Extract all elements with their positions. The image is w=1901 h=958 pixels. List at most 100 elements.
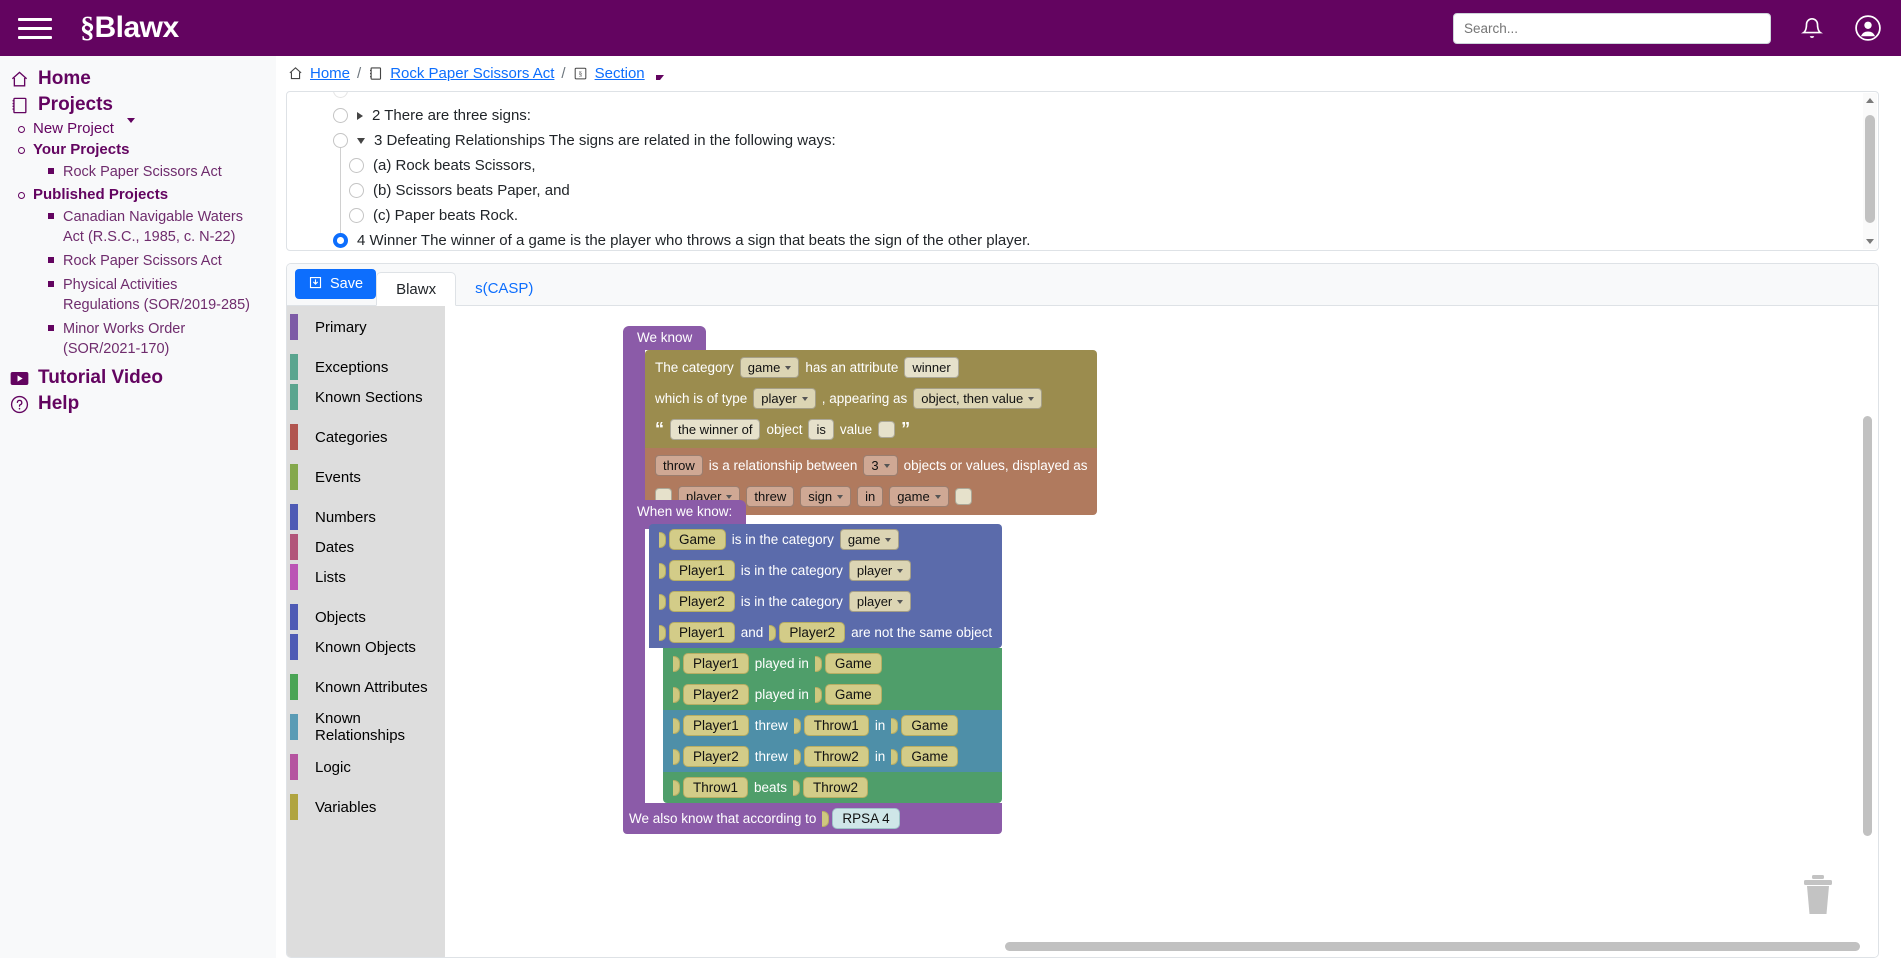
variable-chip[interactable]: Game: [669, 529, 726, 550]
palette-item-lists[interactable]: Lists: [287, 562, 445, 592]
notification-bell-icon[interactable]: [1797, 13, 1827, 43]
outline-radio[interactable]: [349, 208, 364, 223]
breadcrumb-home-link[interactable]: Home: [310, 65, 350, 82]
condition-row-category-game[interactable]: Game is in the category game: [649, 524, 1003, 555]
outline-row[interactable]: [287, 92, 1878, 103]
block-we-know[interactable]: We know The category game has an attribu…: [623, 326, 1098, 529]
when-we-know-hat[interactable]: When we know:: [623, 500, 747, 524]
phrase-field[interactable]: the winner of: [670, 419, 761, 440]
condition-row-not-same-object[interactable]: Player1 and Player2 are not the same obj…: [649, 617, 1003, 648]
tab-blawx[interactable]: Blawx: [376, 272, 457, 306]
app-logo[interactable]: § Blawx: [80, 11, 179, 45]
expand-expanded-icon[interactable]: [357, 137, 365, 144]
outline-row[interactable]: (c) Paper beats Rock.: [287, 203, 1878, 228]
category-dropdown[interactable]: game: [839, 529, 900, 550]
outline-scroll-thumb[interactable]: [1865, 115, 1875, 223]
save-button[interactable]: Save: [295, 269, 377, 299]
scroll-down-arrow-icon[interactable]: [1866, 239, 1874, 244]
condition-row-threw-2[interactable]: Player2 threw Throw2 in Game: [663, 741, 1003, 772]
relationship-name-field[interactable]: throw: [655, 455, 703, 476]
palette-item-dates[interactable]: Dates: [287, 532, 445, 562]
palette-item-exceptions[interactable]: Exceptions: [287, 352, 445, 382]
block-we-also-know-footer[interactable]: We also know that according to RPSA 4: [623, 803, 1003, 834]
outline-row[interactable]: (a) Rock beats Scissors,: [287, 153, 1878, 178]
chevron-down-icon[interactable]: [126, 118, 135, 123]
outline-radio[interactable]: [349, 183, 364, 198]
condition-row-played-in-2[interactable]: Player2 played in Game: [663, 679, 1003, 710]
trash-can-icon[interactable]: [1798, 871, 1838, 921]
condition-row-category-player1[interactable]: Player1 is in the category player: [649, 555, 1003, 586]
palette-item-known-objects[interactable]: Known Objects: [287, 632, 445, 662]
outline-radio[interactable]: [333, 108, 348, 123]
block-when-we-know[interactable]: When we know: Game is in the category ga…: [623, 500, 1003, 834]
sidebar-item-new-project[interactable]: New Project: [0, 118, 276, 139]
palette-item-categories[interactable]: Categories: [287, 422, 445, 452]
palette-item-known-attributes[interactable]: Known Attributes: [287, 672, 445, 702]
attribute-name-field[interactable]: winner: [904, 357, 959, 378]
palette-item-known-relationships[interactable]: Known Relationships: [287, 710, 445, 744]
section-reference-chip[interactable]: RPSA 4: [832, 808, 900, 829]
variable-chip[interactable]: Game: [824, 684, 882, 705]
outline-scrollbar[interactable]: [1863, 93, 1877, 249]
breadcrumb-section-link[interactable]: Section: [595, 65, 645, 82]
palette-item-numbers[interactable]: Numbers: [287, 502, 445, 532]
sidebar-item-published-0[interactable]: Canadian Navigable Waters Act (R.S.C., 1…: [0, 205, 250, 249]
outline-radio-selected[interactable]: [333, 233, 348, 248]
variable-chip[interactable]: Game: [901, 715, 959, 736]
variable-chip[interactable]: Player1: [669, 560, 735, 581]
variable-chip[interactable]: Player2: [669, 591, 735, 612]
chevron-down-icon[interactable]: [655, 74, 664, 80]
appearing-as-dropdown[interactable]: object, then value: [913, 388, 1043, 409]
variable-chip[interactable]: Throw1: [803, 715, 869, 736]
hamburger-menu-icon[interactable]: [18, 14, 52, 42]
scroll-up-arrow-icon[interactable]: [1866, 98, 1874, 103]
breadcrumb-project-link[interactable]: Rock Paper Scissors Act: [390, 65, 554, 82]
condition-row-beats[interactable]: Throw1 beats Throw2: [663, 772, 1003, 803]
sidebar-group-published-projects[interactable]: Published Projects: [0, 184, 276, 205]
variable-chip[interactable]: Player1: [669, 622, 735, 643]
variable-chip[interactable]: Player1: [683, 653, 749, 674]
empty-socket[interactable]: [878, 421, 896, 438]
variable-chip[interactable]: Player2: [683, 746, 749, 767]
sidebar-item-projects[interactable]: Projects: [0, 92, 276, 118]
variable-chip[interactable]: Player2: [683, 684, 749, 705]
palette-item-logic[interactable]: Logic: [287, 752, 445, 782]
sidebar-item-home[interactable]: Home: [0, 66, 276, 92]
sidebar-item-tutorial-video[interactable]: Tutorial Video: [0, 365, 276, 391]
palette-item-events[interactable]: Events: [287, 462, 445, 492]
condition-row-category-player2[interactable]: Player2 is in the category player: [649, 586, 1003, 617]
search-input[interactable]: [1464, 20, 1760, 36]
palette-item-known-sections[interactable]: Known Sections: [287, 382, 445, 412]
outline-radio[interactable]: [333, 133, 348, 148]
expand-collapsed-icon[interactable]: [357, 111, 363, 120]
outline-row[interactable]: (b) Scissors beats Paper, and: [287, 178, 1878, 203]
outline-row[interactable]: 3 Defeating Relationships The signs are …: [287, 128, 1878, 153]
palette-item-variables[interactable]: Variables: [287, 792, 445, 822]
variable-chip[interactable]: Throw1: [683, 777, 749, 798]
outline-row[interactable]: 2 There are three signs:: [287, 103, 1878, 128]
sidebar-item-published-3[interactable]: Minor Works Order (SOR/2021-170): [0, 317, 250, 361]
sidebar-item-help[interactable]: Help: [0, 391, 276, 417]
variable-chip[interactable]: Throw2: [803, 746, 869, 767]
palette-item-objects[interactable]: Objects: [287, 602, 445, 632]
palette-item-primary[interactable]: Primary: [287, 312, 445, 342]
user-account-icon[interactable]: [1853, 13, 1883, 43]
category-dropdown[interactable]: player: [848, 560, 912, 581]
type-dropdown[interactable]: player: [753, 388, 816, 409]
outline-radio[interactable]: [349, 158, 364, 173]
we-know-hat[interactable]: We know: [623, 326, 707, 350]
search-box[interactable]: [1453, 12, 1771, 44]
category-dropdown[interactable]: player: [848, 591, 912, 612]
sidebar-item-your-project-0[interactable]: Rock Paper Scissors Act: [0, 160, 250, 184]
sidebar-item-published-1[interactable]: Rock Paper Scissors Act: [0, 249, 250, 273]
sidebar-group-your-projects[interactable]: Your Projects: [0, 139, 276, 160]
variable-chip[interactable]: Game: [824, 653, 882, 674]
variable-chip[interactable]: Player1: [683, 715, 749, 736]
variable-chip[interactable]: Throw2: [803, 777, 869, 798]
sidebar-item-published-2[interactable]: Physical Activities Regulations (SOR/201…: [0, 273, 250, 317]
is-field[interactable]: is: [808, 419, 834, 440]
block-attribute-declaration[interactable]: The category game has an attribute winne…: [645, 350, 1098, 448]
category-dropdown[interactable]: game: [739, 357, 800, 378]
canvas-vertical-scrollbar[interactable]: [1863, 416, 1872, 836]
outline-radio[interactable]: [333, 92, 348, 98]
